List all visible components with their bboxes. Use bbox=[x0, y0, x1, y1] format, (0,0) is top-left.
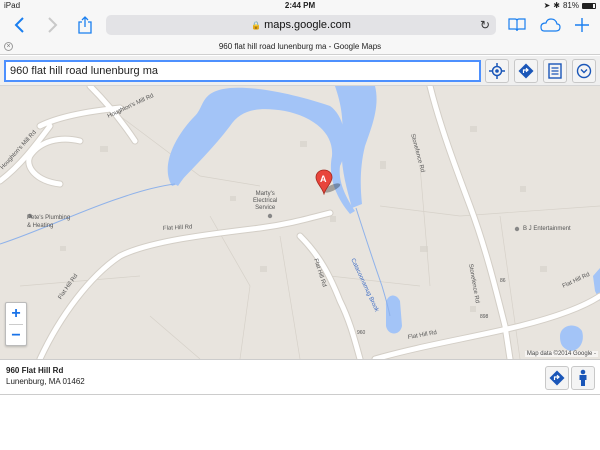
status-right: ➤ ✱ 81% bbox=[544, 0, 596, 11]
reload-icon[interactable]: ↻ bbox=[480, 15, 490, 35]
business-label: Marty's Electrical Service bbox=[253, 191, 278, 211]
pegman-icon bbox=[579, 369, 587, 386]
battery-percent: 81% bbox=[562, 1, 579, 10]
crosshair-icon bbox=[489, 63, 505, 79]
place-name[interactable]: 960 Flat Hill Rd bbox=[6, 366, 63, 375]
parcel-lines bbox=[19, 115, 600, 359]
status-bar: iPad 2:44 PM ➤ ✱ 81% bbox=[0, 0, 600, 11]
water-bodies bbox=[167, 86, 600, 351]
map-attribution[interactable]: Map data ©2014 Google - bbox=[524, 351, 598, 357]
house-number: 960 bbox=[357, 330, 366, 336]
place-info-panel: 960 Flat Hill Rd Lunenburg, MA 01462 bbox=[0, 359, 600, 395]
search-input[interactable] bbox=[4, 60, 481, 82]
more-button[interactable] bbox=[572, 59, 596, 83]
chevron-down-circle-icon bbox=[576, 63, 592, 79]
tab-title[interactable]: 960 flat hill road lunenburg ma - Google… bbox=[219, 42, 381, 51]
new-tab-icon[interactable] bbox=[570, 14, 594, 36]
battery-icon bbox=[582, 2, 596, 9]
directions-icon bbox=[518, 63, 534, 79]
zoom-out-button[interactable]: − bbox=[6, 325, 26, 346]
bookmarks-icon[interactable] bbox=[505, 14, 529, 36]
map-canvas[interactable]: A Houghton's Mill Rd Houghton's Mill Rd … bbox=[0, 86, 600, 359]
close-tab-icon[interactable]: × bbox=[4, 42, 13, 51]
location-arrow-icon: ➤ bbox=[543, 1, 551, 10]
zoom-in-button[interactable]: + bbox=[6, 303, 26, 324]
icloud-tabs-icon[interactable] bbox=[538, 14, 562, 36]
list-icon bbox=[548, 63, 562, 79]
directions-icon bbox=[549, 370, 565, 386]
my-location-button[interactable] bbox=[485, 59, 509, 83]
map-layer bbox=[0, 86, 600, 359]
lock-icon: 🔒 bbox=[251, 21, 262, 30]
directions-button[interactable] bbox=[545, 366, 569, 390]
url-text: maps.google.com bbox=[264, 19, 351, 31]
battery-fill bbox=[583, 3, 593, 8]
business-label: Pete's Plumbing & Heating bbox=[27, 215, 71, 229]
place-address: Lunenburg, MA 01462 bbox=[6, 377, 85, 386]
zoom-controls: + − bbox=[5, 302, 27, 346]
business-label: B J Entertainment bbox=[523, 226, 571, 232]
maps-search-row bbox=[0, 56, 600, 86]
back-icon[interactable] bbox=[8, 14, 32, 36]
house-number: 898 bbox=[480, 314, 489, 320]
browser-toolbar: 🔒 maps.google.com ↻ bbox=[0, 11, 600, 39]
share-icon[interactable] bbox=[73, 14, 97, 36]
directions-button[interactable] bbox=[514, 59, 538, 83]
forward-icon[interactable] bbox=[40, 14, 64, 36]
marker-label: A bbox=[320, 174, 327, 184]
roads bbox=[0, 86, 600, 359]
street-view-button[interactable] bbox=[571, 366, 595, 390]
address-bar[interactable]: 🔒 maps.google.com ↻ bbox=[106, 15, 496, 35]
list-button[interactable] bbox=[543, 59, 567, 83]
house-number: 86 bbox=[500, 278, 506, 284]
clock: 2:44 PM bbox=[284, 1, 316, 10]
bluetooth-icon: ✱ bbox=[553, 1, 560, 10]
tab-bar: × 960 flat hill road lunenburg ma - Goog… bbox=[0, 39, 600, 55]
